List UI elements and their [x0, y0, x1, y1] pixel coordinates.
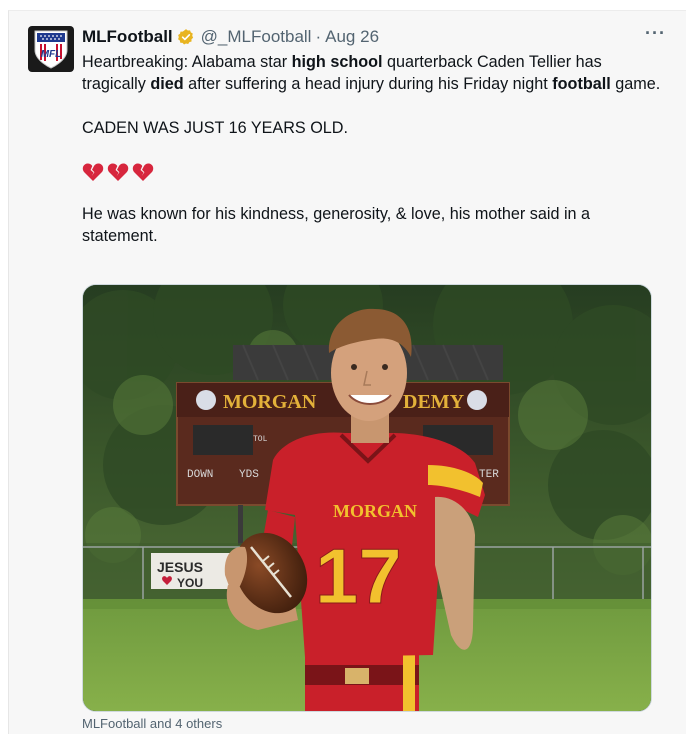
scoreboard-text-left: MORGAN — [223, 391, 317, 413]
tweet[interactable]: MFL MLFootball @_MLFootball · Aug 26 ···… — [9, 11, 686, 734]
tweet-paragraph-1: Heartbreaking: Alabama star high school … — [82, 51, 662, 95]
scoreboard-label-yds: YDS — [239, 469, 259, 481]
jersey-text: MORGAN — [333, 501, 417, 521]
tweet-header: MLFootball @_MLFootball · Aug 26 ··· — [82, 23, 670, 49]
scoreboard-text-right: DEMY — [403, 391, 465, 413]
league-shield-logo: MFL — [34, 30, 68, 69]
more-options-icon[interactable]: ··· — [645, 23, 666, 44]
tweet-photo[interactable]: MORGAN DEMY DOWN YDS TOL TER JESUS YOU M… — [82, 284, 652, 712]
text-run: after suffering a head injury during his… — [183, 75, 553, 93]
text-run: game. — [610, 75, 661, 93]
tweet-frame: MFL MLFootball @_MLFootball · Aug 26 ···… — [8, 10, 686, 734]
broken-heart-icon — [107, 163, 129, 181]
tweet-paragraph-3: He was known for his kindness, generosit… — [82, 205, 591, 245]
emoji-row — [82, 161, 662, 183]
text-run: Heartbreaking: Alabama star — [82, 53, 292, 71]
scoreboard-label-tol: TOL — [253, 435, 268, 444]
handle[interactable]: @_MLFootball — [201, 27, 312, 47]
jersey-number: 17 — [315, 532, 402, 620]
scoreboard-label-down: DOWN — [187, 469, 213, 481]
broken-heart-icon — [82, 163, 104, 181]
tagged-users[interactable]: MLFootball and 4 others — [82, 716, 222, 731]
banner-text: JESUS — [157, 559, 203, 575]
avatar[interactable]: MFL — [28, 26, 74, 72]
scoreboard-label-ter: TER — [479, 469, 499, 481]
banner-text-2: YOU — [177, 576, 203, 590]
tweet-text: Heartbreaking: Alabama star high school … — [82, 51, 662, 247]
verified-badge-icon[interactable] — [177, 28, 195, 46]
highlight-term: died — [150, 75, 184, 93]
tweet-paragraph-2: CADEN WAS JUST 16 YEARS OLD. — [82, 119, 348, 137]
avatar-text: MFL — [41, 49, 62, 60]
display-name[interactable]: MLFootball — [82, 27, 173, 47]
broken-heart-icon — [132, 163, 154, 181]
header-separator: · — [315, 27, 322, 46]
highlight-term: football — [552, 75, 611, 93]
tweet-date[interactable]: Aug 26 — [325, 27, 379, 47]
photo-illustration: MORGAN DEMY DOWN YDS TOL TER JESUS YOU M… — [83, 285, 651, 711]
highlight-term: high school — [291, 53, 383, 71]
